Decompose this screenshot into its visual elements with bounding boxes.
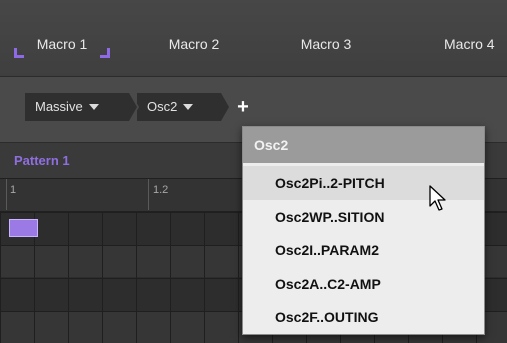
macro-label: Macro 1: [36, 36, 88, 52]
menu-item[interactable]: Osc2I..PARAM2: [243, 233, 484, 267]
macro-label: Macro 2: [168, 36, 220, 52]
ruler-tick-label: 1.2: [153, 184, 169, 196]
macro-bar: Macro 1 Macro 2 Macro 3 Macro 4: [0, 0, 507, 77]
breadcrumb-label: Massive: [35, 99, 83, 114]
caret-down-icon: [183, 103, 194, 110]
menu-header: Osc2: [243, 127, 484, 163]
ruler-tick: [148, 179, 149, 210]
selection-bracket-right-icon: [100, 48, 110, 58]
menu-item[interactable]: Osc2A..C2-AMP: [243, 267, 484, 301]
macro-label: Macro 3: [300, 36, 352, 52]
arrow-pointer-icon: [429, 185, 446, 211]
caret-down-icon: [88, 103, 99, 110]
macro-slot-1[interactable]: Macro 1: [12, 32, 112, 62]
breadcrumb-separator: [129, 93, 137, 121]
destination-menu: Osc2 Osc2Pi..2-PITCH Osc2WP..SITION Osc2…: [242, 126, 485, 335]
breadcrumb-plugin-massive[interactable]: Massive: [25, 93, 139, 121]
add-macro-button[interactable]: +: [233, 93, 253, 121]
breadcrumb-separator: [221, 93, 229, 121]
breadcrumb-label: Osc2: [147, 99, 178, 114]
menu-item[interactable]: Osc2F..OUTING: [243, 300, 484, 334]
ruler-tick-label: 1: [10, 184, 17, 196]
macro-label: Macro 4: [444, 36, 495, 52]
macro-slot-2[interactable]: Macro 2: [144, 32, 244, 62]
macro-slot-3[interactable]: Macro 3: [276, 32, 376, 62]
ruler-tick: [6, 179, 7, 210]
pattern-title[interactable]: Pattern 1: [14, 153, 70, 168]
selection-bracket-left-icon: [14, 48, 24, 58]
macro-slot-4[interactable]: Macro 4: [412, 32, 507, 62]
breadcrumb-page-osc2[interactable]: Osc2: [137, 93, 231, 121]
note-event[interactable]: [9, 219, 38, 237]
